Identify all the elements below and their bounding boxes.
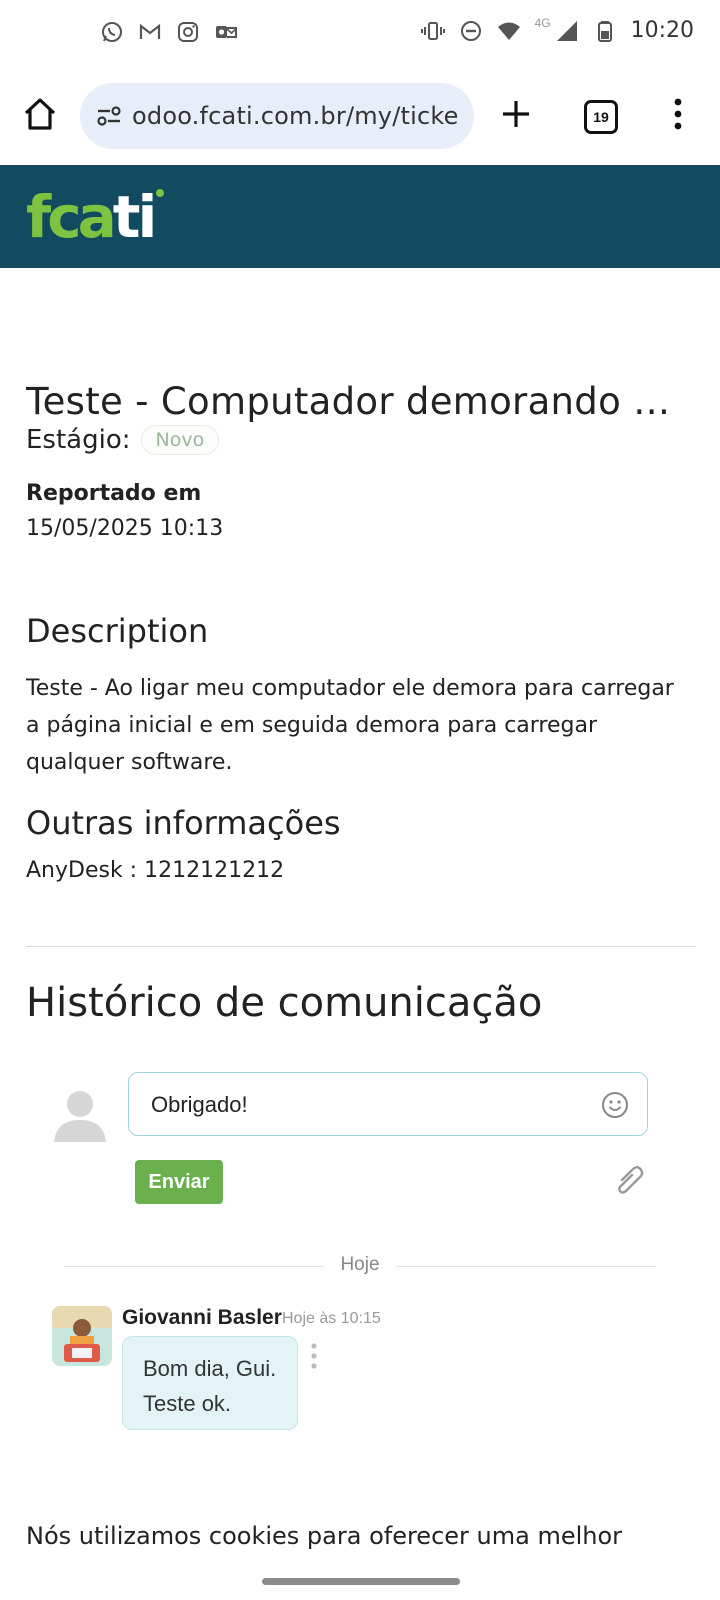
vibrate-icon <box>420 21 445 40</box>
browser-toolbar: odoo.fcati.com.br/my/ticke 19 <box>0 76 720 156</box>
day-separator: Hoje <box>64 1254 656 1278</box>
whatsapp-icon <box>102 22 122 42</box>
message-line: Bom dia, Gui. <box>143 1356 277 1381</box>
gesture-bar[interactable] <box>262 1578 460 1585</box>
history-heading: Histórico de comunicação <box>26 980 543 1026</box>
tab-switcher-button[interactable]: 19 <box>584 100 618 134</box>
reported-label: Reportado em <box>26 481 202 506</box>
wifi-icon <box>497 22 520 40</box>
message-time: Hoje às 10:15 <box>282 1310 381 1327</box>
stage-badge: Novo <box>140 425 220 455</box>
reported-date: 15/05/2025 10:13 <box>26 516 224 541</box>
send-button[interactable]: Enviar <box>135 1160 223 1204</box>
dnd-icon <box>460 20 481 41</box>
ticket-content: Teste - Computador demorando para carreg… <box>26 380 696 1026</box>
ticket-title: Teste - Computador demorando para carreg… <box>26 380 686 423</box>
other-info-heading: Outras informações <box>26 804 341 842</box>
user-avatar-placeholder-icon <box>54 1091 106 1142</box>
new-tab-icon[interactable] <box>496 94 536 134</box>
emoji-icon[interactable] <box>601 1091 629 1119</box>
battery-icon <box>597 20 612 42</box>
message-author[interactable]: Giovanni Basler <box>122 1306 282 1330</box>
outlook-icon <box>216 26 237 38</box>
site-settings-icon[interactable] <box>94 101 124 131</box>
more-menu-icon[interactable] <box>666 94 690 134</box>
message-line: Teste ok. <box>143 1391 232 1416</box>
status-bar: 4G 10:20 <box>0 0 720 70</box>
other-info-text: AnyDesk : 1212121212 <box>26 858 285 883</box>
message-bubble: Bom dia, Gui. Teste ok. <box>122 1336 298 1430</box>
message-options-icon[interactable] <box>310 1342 318 1370</box>
author-avatar <box>52 1306 112 1366</box>
paperclip-icon[interactable] <box>614 1166 644 1200</box>
divider <box>26 946 696 947</box>
site-header: fca ti <box>0 165 720 268</box>
clock: 10:20 <box>630 18 694 43</box>
network-type-label: 4G <box>534 15 551 30</box>
url-text[interactable]: odoo.fcati.com.br/my/ticke <box>132 102 462 130</box>
gmail-icon <box>139 23 161 39</box>
instagram-icon <box>178 22 198 42</box>
home-icon[interactable] <box>20 94 60 134</box>
day-separator-label: Hoje <box>340 1254 380 1275</box>
description-text: Teste - Ao ligar meu computador ele demo… <box>26 676 674 775</box>
message-composer[interactable] <box>128 1072 648 1136</box>
stage-label: Estágio: <box>26 425 131 455</box>
message-input[interactable] <box>149 1091 583 1119</box>
description-heading: Description <box>26 612 209 650</box>
stage-row: Estágio: Novo <box>26 425 696 455</box>
address-bar[interactable]: odoo.fcati.com.br/my/ticke <box>80 83 474 149</box>
signal-icon <box>556 20 577 41</box>
cookie-banner-text: Nós utilizamos cookies para oferecer uma… <box>26 1522 623 1550</box>
fcati-logo[interactable]: fca ti <box>26 187 165 247</box>
